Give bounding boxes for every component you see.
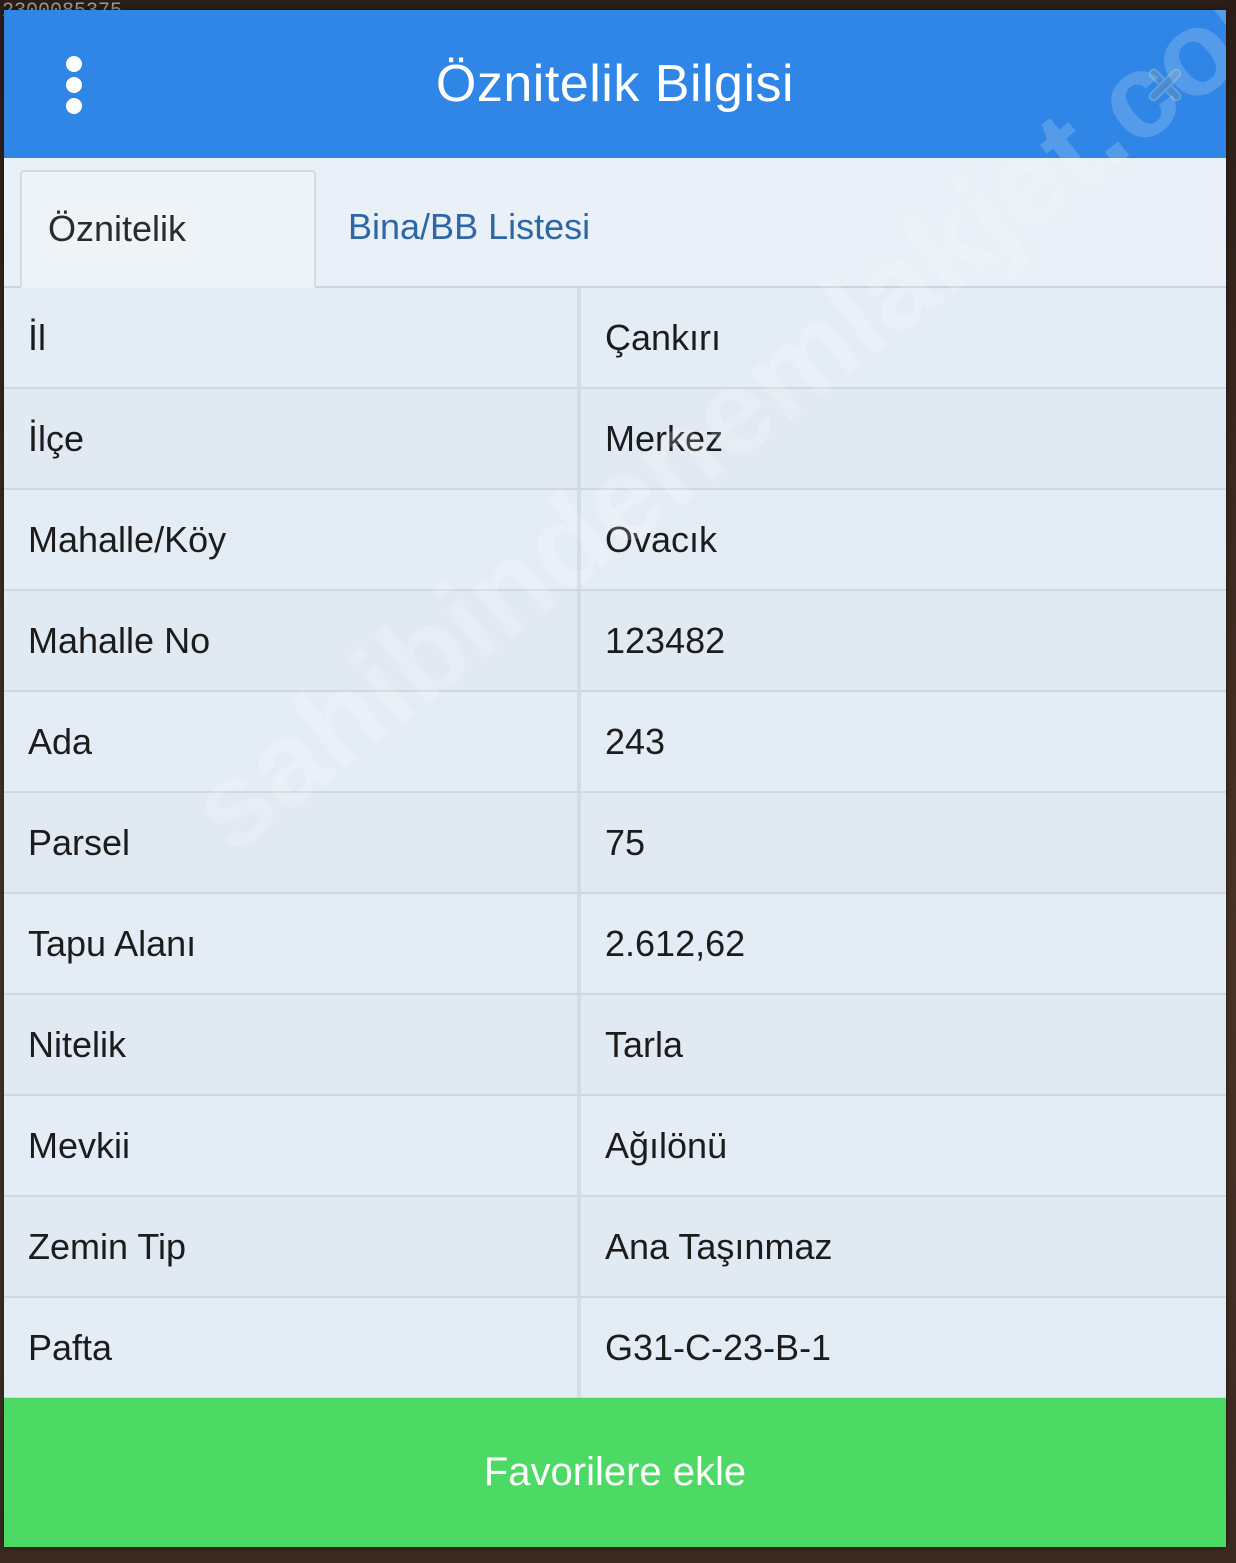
row-value: Tarla [605,1024,684,1065]
row-label: Pafta [28,1327,113,1368]
column-divider [577,692,581,791]
table-row: Zemin Tip Ana Taşınmaz [4,1197,1226,1298]
menu-dot [66,77,82,93]
close-icon[interactable] [1142,62,1188,108]
row-label: İlçe [28,418,85,459]
dialog-title: Öznitelik Bilgisi [435,55,795,113]
table-row: Pafta G31-C-23-B-1 [4,1298,1226,1399]
table-row: Mahalle No 123482 [4,591,1226,692]
row-value: G31-C-23-B-1 [605,1327,832,1368]
row-value: 75 [605,822,646,863]
row-value: 123482 [605,620,726,661]
row-value: Çankırı [605,317,722,358]
row-label: Mahalle/Köy [28,519,227,560]
column-divider [577,793,581,892]
table-row: Parsel 75 [4,793,1226,894]
more-vertical-icon[interactable] [62,56,86,114]
row-label: İl [28,317,46,358]
table-row: Mahalle/Köy Ovacık [4,490,1226,591]
row-value: Ovacık [605,519,718,560]
row-value: 2.612,62 [605,923,746,964]
column-divider [577,389,581,488]
row-value: 243 [605,721,666,762]
menu-dot [66,98,82,114]
table-row: İl Çankırı [4,288,1226,389]
row-value: Ağılönü [605,1125,728,1166]
column-divider [577,288,581,387]
add-to-favorites-button[interactable]: Favorilere ekle [4,1398,1226,1547]
menu-dot [66,56,82,72]
row-label: Zemin Tip [28,1226,187,1267]
tab-attribute-info[interactable]: Öznitelik Bilgisi [20,170,316,363]
table-row: Ada 243 [4,692,1226,793]
screen-background: 2300085375 Öznitelik Bilgisi Öznitelik B… [0,0,1236,1563]
column-divider [577,591,581,690]
table-row: İlçe Merkez [4,389,1226,490]
column-divider [577,1096,581,1195]
row-label: Parsel [28,822,131,863]
tab-building-list[interactable]: Bina/BB Listesi [322,170,616,284]
column-divider [577,490,581,589]
column-divider [577,995,581,1094]
column-divider [577,1298,581,1397]
row-label: Mahalle No [28,620,211,661]
column-divider [577,894,581,993]
table-row: Mevkii Ağılönü [4,1096,1226,1197]
row-label: Mevkii [28,1125,131,1166]
row-value: Ana Taşınmaz [605,1226,833,1267]
dialog-header: Öznitelik Bilgisi [4,10,1226,158]
row-label: Nitelik [28,1024,127,1065]
row-label: Tapu Alanı [28,923,197,964]
table-row: Tapu Alanı 2.612,62 [4,894,1226,995]
row-value: Merkez [605,418,724,459]
row-label: Ada [28,721,93,762]
tab-bar: Öznitelik Bilgisi Bina/BB Listesi [4,158,1226,363]
table-row: Nitelik Tarla [4,995,1226,1096]
column-divider [577,1197,581,1296]
attribute-table: İl Çankırı İlçe Merkez Mahalle/Köy Ovacı… [4,288,1226,1399]
attribute-info-dialog: Öznitelik Bilgisi Öznitelik Bilgisi Bina… [4,10,1226,1547]
